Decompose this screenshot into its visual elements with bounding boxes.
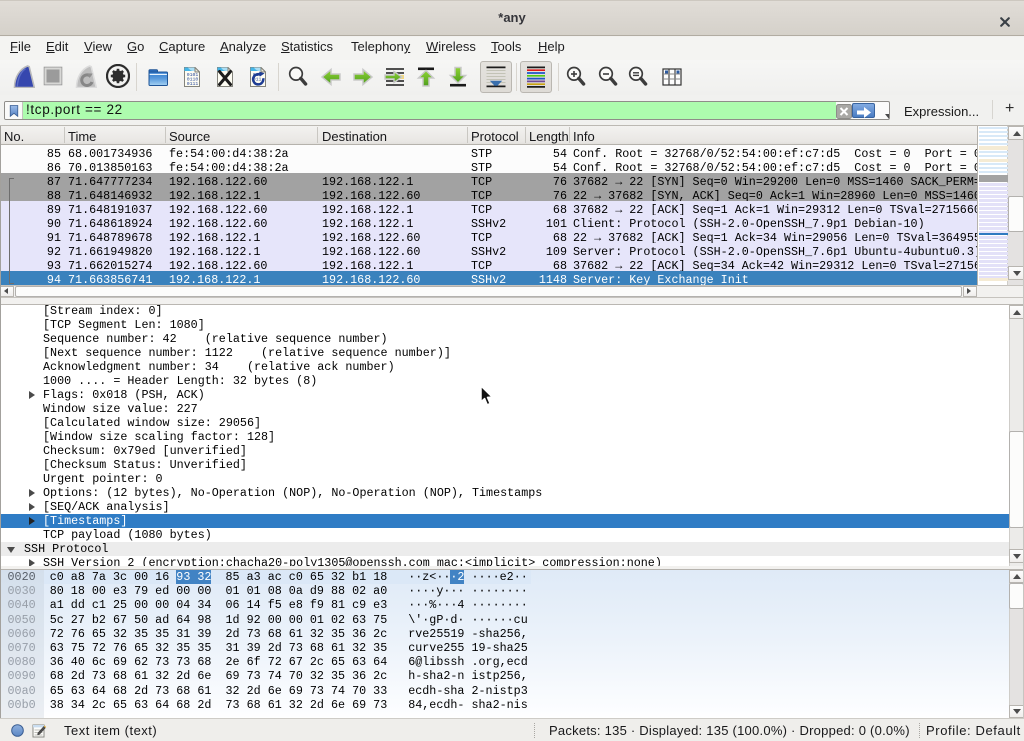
svg-text:0111: 0111: [187, 81, 199, 87]
